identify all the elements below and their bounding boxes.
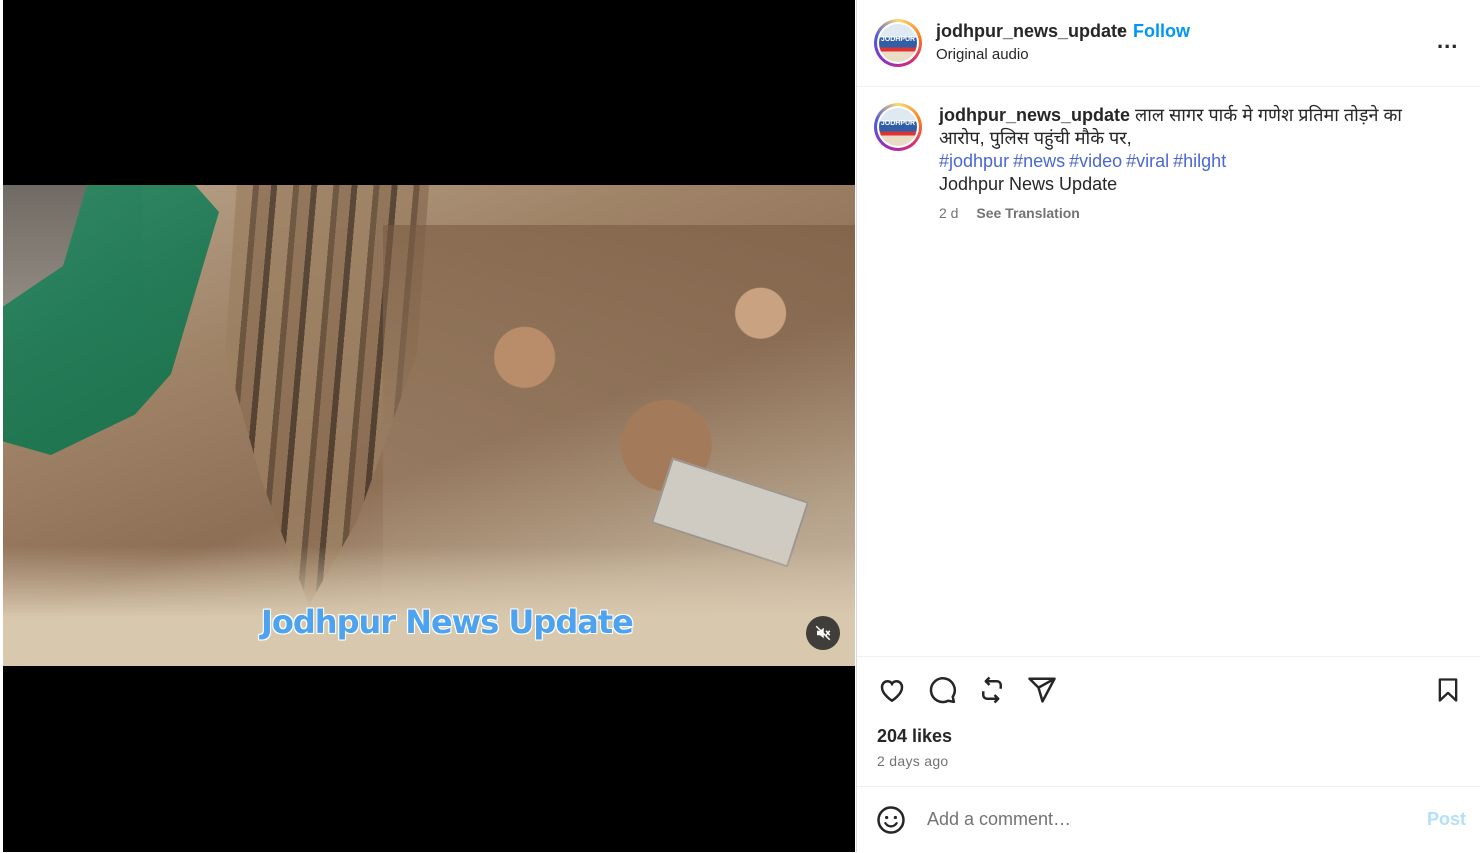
separator-dot: • — [1117, 22, 1123, 39]
bookmark-icon — [1438, 678, 1458, 702]
header-username[interactable]: jodhpur_news_update — [936, 21, 1127, 42]
emoji-button[interactable] — [874, 803, 908, 837]
media-panel: Jodhpur News Update — [3, 0, 855, 852]
post-header: JODHPUR jodhpur_news_update • Follow Ori… — [857, 0, 1480, 87]
repost-button[interactable] — [975, 673, 1009, 707]
repost-icon — [982, 676, 1002, 704]
caption-time: 2 d — [939, 205, 959, 221]
avatar[interactable]: JODHPUR — [874, 19, 922, 67]
likes-count[interactable]: 204 likes — [877, 726, 952, 747]
audio-label[interactable]: Original audio — [936, 46, 1029, 63]
post-date: 2 days ago — [877, 753, 949, 769]
hashtag-link[interactable]: #jodhpur — [939, 151, 1009, 171]
emoji-icon — [877, 806, 905, 834]
hashtag-list: #jodhpur #news #video #viral #hilght — [939, 150, 1419, 173]
post-caption: jodhpur_news_update लाल सागर पार्क मे गण… — [939, 104, 1419, 196]
like-button[interactable] — [875, 673, 909, 707]
hashtag-link[interactable]: #news — [1013, 151, 1065, 171]
heart-icon — [880, 679, 904, 703]
comment-input[interactable] — [927, 806, 1367, 832]
caption-username[interactable]: jodhpur_news_update — [939, 105, 1130, 125]
post-sidebar: JODHPUR jodhpur_news_update • Follow Ori… — [856, 0, 1480, 852]
caption-line: Jodhpur News Update — [939, 174, 1118, 194]
share-button[interactable] — [1025, 673, 1059, 707]
caption-avatar-text: JODHPUR — [880, 120, 916, 127]
caption-avatar[interactable]: JODHPUR — [874, 103, 922, 151]
hashtag-link[interactable]: #hilght — [1173, 151, 1226, 171]
post-comment-button[interactable]: Post — [1427, 809, 1466, 830]
hashtag-link[interactable]: #video — [1069, 151, 1122, 171]
comment-button[interactable] — [925, 673, 959, 707]
more-options-icon[interactable]: ... — [1437, 28, 1458, 54]
video-watermark: Jodhpur News Update — [261, 603, 634, 641]
post-viewer: Jodhpur News Update JODHPUR jodhpur_news… — [0, 0, 1480, 852]
save-button[interactable] — [1431, 673, 1465, 707]
video-player[interactable]: Jodhpur News Update — [3, 185, 855, 666]
speaker-muted-icon — [815, 625, 831, 641]
action-bar: 204 likes 2 days ago — [857, 656, 1480, 787]
mute-button[interactable] — [806, 616, 840, 650]
avatar-text: JODHPUR — [880, 36, 916, 43]
hashtag-link[interactable]: #viral — [1126, 151, 1169, 171]
comment-bar: Post — [857, 786, 1480, 853]
see-translation-link[interactable]: See Translation — [976, 205, 1079, 221]
follow-button[interactable]: Follow — [1133, 21, 1190, 42]
caption-meta: 2 d See Translation — [939, 205, 1080, 221]
comment-icon — [929, 677, 956, 704]
share-icon — [1028, 677, 1056, 703]
